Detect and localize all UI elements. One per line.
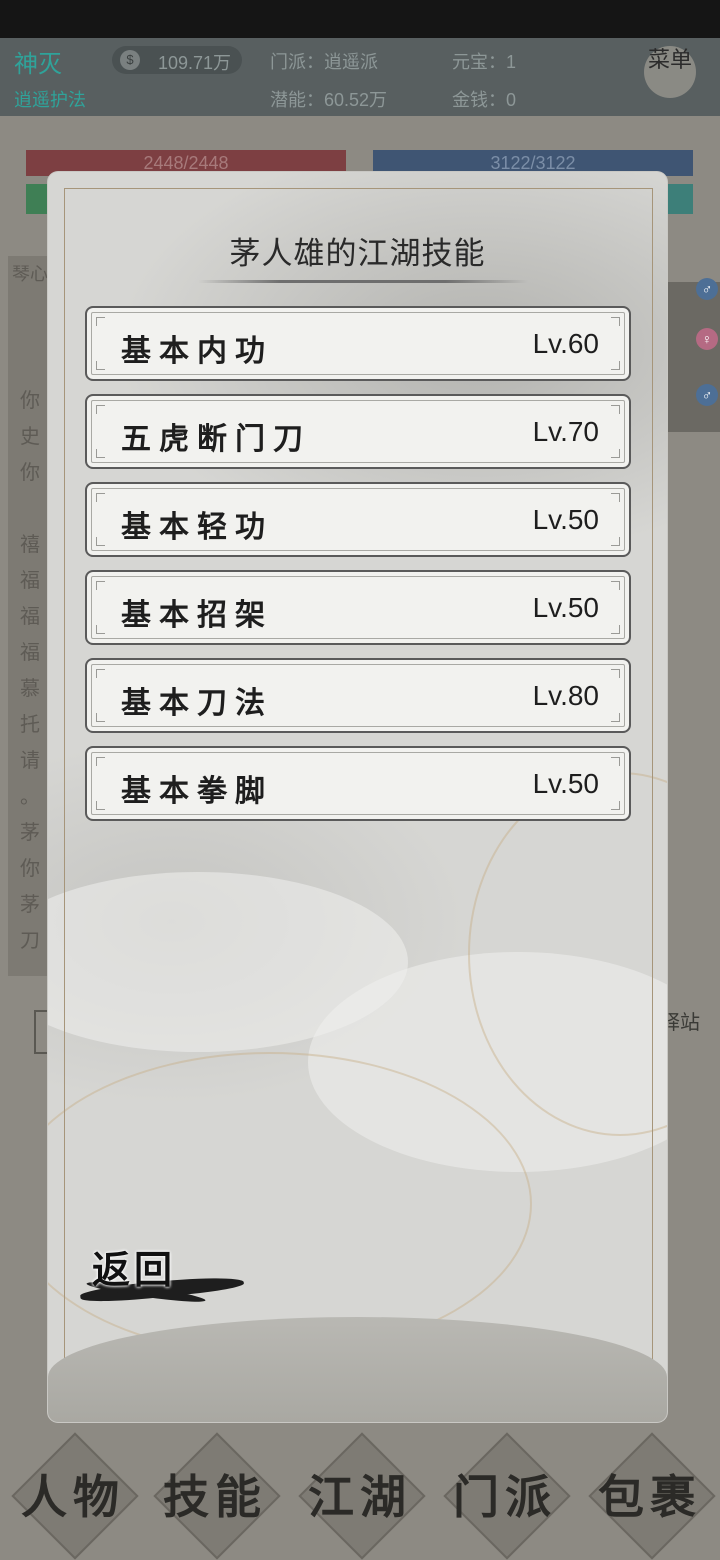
- chat-line: 慕: [20, 678, 40, 700]
- chat-line: 托: [20, 714, 40, 736]
- chat-line: 。: [20, 786, 40, 808]
- nav-jianghu[interactable]: 江湖: [295, 1432, 426, 1560]
- player-name[interactable]: 神灭: [14, 44, 62, 79]
- coin-icon: $: [120, 50, 140, 70]
- system-status-bar: [0, 0, 720, 38]
- chat-line: 你: [20, 390, 40, 412]
- chat-line: 史: [20, 426, 40, 448]
- chat-line: 福: [20, 642, 40, 664]
- nav-sect[interactable]: 门派: [440, 1432, 571, 1560]
- skill-level: Lv.50: [532, 504, 599, 535]
- nav-skills[interactable]: 技能: [150, 1432, 281, 1560]
- nav-label: 包裹: [598, 1470, 702, 1524]
- skill-item[interactable]: 基本招架 Lv.50: [85, 570, 631, 645]
- chat-line: 刀: [20, 930, 40, 952]
- skill-level: Lv.60: [532, 328, 599, 359]
- chat-line: 你: [20, 858, 40, 880]
- skill-name: 基本招架: [121, 598, 273, 633]
- chat-line: 福: [20, 606, 40, 628]
- skill-name: 基本内功: [121, 334, 273, 369]
- skill-item[interactable]: 基本拳脚 Lv.50: [85, 746, 631, 821]
- chat-line: 福: [20, 570, 40, 592]
- nav-label: 江湖: [308, 1470, 412, 1524]
- title-divider: [198, 280, 528, 283]
- skill-item[interactable]: 基本内功 Lv.60: [85, 306, 631, 381]
- nav-character[interactable]: 人物: [8, 1432, 139, 1560]
- skill-level: Lv.50: [532, 592, 599, 623]
- back-button[interactable]: 返回: [76, 1237, 256, 1317]
- skills-dialog: 茅人雄的江湖技能 基本内功 Lv.60 五虎断门刀 Lv.70 基本轻功 Lv.…: [48, 172, 667, 1422]
- bottom-nav: 人物 技能 江湖 门派 包裹: [0, 1423, 720, 1560]
- male-icon: ♂: [696, 278, 718, 300]
- currency-value: 109.71万: [158, 53, 232, 73]
- chat-line: 请: [20, 750, 40, 772]
- nav-label: 技能: [163, 1470, 267, 1524]
- skill-list: 基本内功 Lv.60 五虎断门刀 Lv.70 基本轻功 Lv.50 基本招架 L…: [85, 306, 631, 834]
- skill-item[interactable]: 基本刀法 Lv.80: [85, 658, 631, 733]
- player-title: 逍遥护法: [14, 90, 86, 110]
- chat-line: 茅: [20, 822, 40, 844]
- skill-item[interactable]: 五虎断门刀 Lv.70: [85, 394, 631, 469]
- back-label: 返回: [92, 1247, 177, 1292]
- male-icon: ♂: [696, 384, 718, 406]
- currency-pill: $ 109.71万: [112, 46, 242, 74]
- nav-label: 门派: [453, 1470, 557, 1524]
- chat-tab[interactable]: 琴心: [12, 260, 48, 286]
- chat-line: 禧: [20, 534, 40, 556]
- yuanbao-label: 元宝：1: [452, 52, 517, 72]
- skill-name: 五虎断门刀: [121, 422, 311, 457]
- chat-line: 你: [20, 462, 40, 484]
- skill-name: 基本刀法: [121, 686, 273, 721]
- skill-item[interactable]: 基本轻功 Lv.50: [85, 482, 631, 557]
- player-info-bar: 神灭 逍遥护法 $ 109.71万 门派：逍遥派 元宝：1 潜能：60.52万 …: [0, 38, 720, 116]
- skill-level: Lv.70: [532, 416, 599, 447]
- skill-level: Lv.80: [532, 680, 599, 711]
- potential-label: 潜能：60.52万: [270, 90, 388, 110]
- nav-label: 人物: [21, 1470, 125, 1524]
- menu-button[interactable]: 菜单: [644, 46, 696, 98]
- sect-label: 门派：逍遥派: [270, 52, 378, 72]
- skill-name: 基本拳脚: [121, 774, 273, 809]
- npc-list: [664, 282, 720, 432]
- money-label: 金钱：0: [452, 90, 517, 110]
- skill-level: Lv.50: [532, 768, 599, 799]
- dialog-title: 茅人雄的江湖技能: [229, 236, 486, 271]
- female-icon: ♀: [696, 328, 718, 350]
- chat-line: 茅: [20, 894, 40, 916]
- skill-name: 基本轻功: [121, 510, 273, 545]
- nav-inventory[interactable]: 包裹: [585, 1432, 716, 1560]
